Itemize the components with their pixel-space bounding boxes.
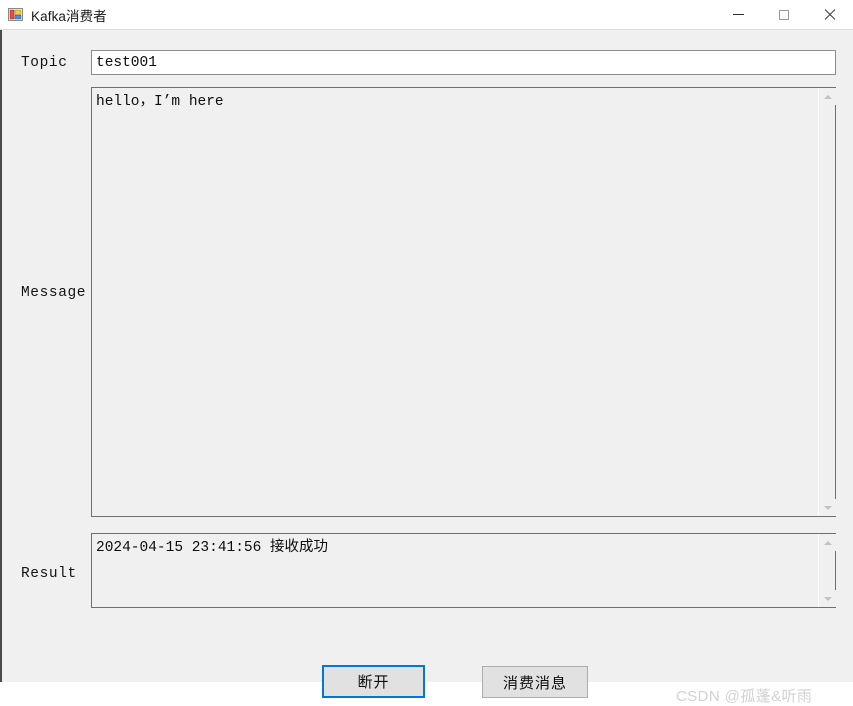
topic-label: Topic — [21, 55, 68, 71]
window-title: Kafka消费者 — [31, 8, 107, 24]
topic-input[interactable] — [91, 50, 836, 75]
chevron-down-icon — [823, 596, 832, 601]
result-scroll-up-button[interactable] — [819, 534, 836, 551]
consume-message-button[interactable]: 消费消息 — [482, 666, 588, 698]
maximize-button[interactable] — [761, 0, 807, 29]
result-textarea[interactable] — [92, 534, 817, 607]
windows-forms-icon — [8, 7, 24, 23]
message-textbox-container — [91, 87, 836, 517]
message-scroll-down-button[interactable] — [819, 499, 836, 516]
message-label: Message — [21, 285, 87, 301]
minimize-icon — [732, 14, 744, 15]
maximize-icon — [779, 9, 789, 20]
message-scroll-up-button[interactable] — [819, 88, 836, 105]
chevron-down-icon — [823, 505, 832, 510]
csdn-watermark: CSDN @孤蓬&听雨 — [676, 688, 813, 705]
close-button[interactable] — [807, 0, 853, 29]
result-textbox-container — [91, 533, 836, 608]
result-label: Result — [21, 566, 77, 582]
message-scrollbar[interactable] — [818, 88, 836, 516]
close-icon — [824, 9, 836, 21]
result-scroll-down-button[interactable] — [819, 590, 836, 607]
result-scrollbar[interactable] — [818, 534, 836, 607]
chevron-up-icon — [823, 94, 832, 99]
minimize-button[interactable] — [715, 0, 761, 29]
kafka-consumer-window: Kafka消费者 Topic Message — [0, 0, 853, 705]
form-client-area: Topic Message Result — [0, 30, 853, 705]
title-bar: Kafka消费者 — [0, 0, 853, 30]
chevron-up-icon — [823, 540, 832, 545]
message-textarea[interactable] — [92, 88, 817, 516]
